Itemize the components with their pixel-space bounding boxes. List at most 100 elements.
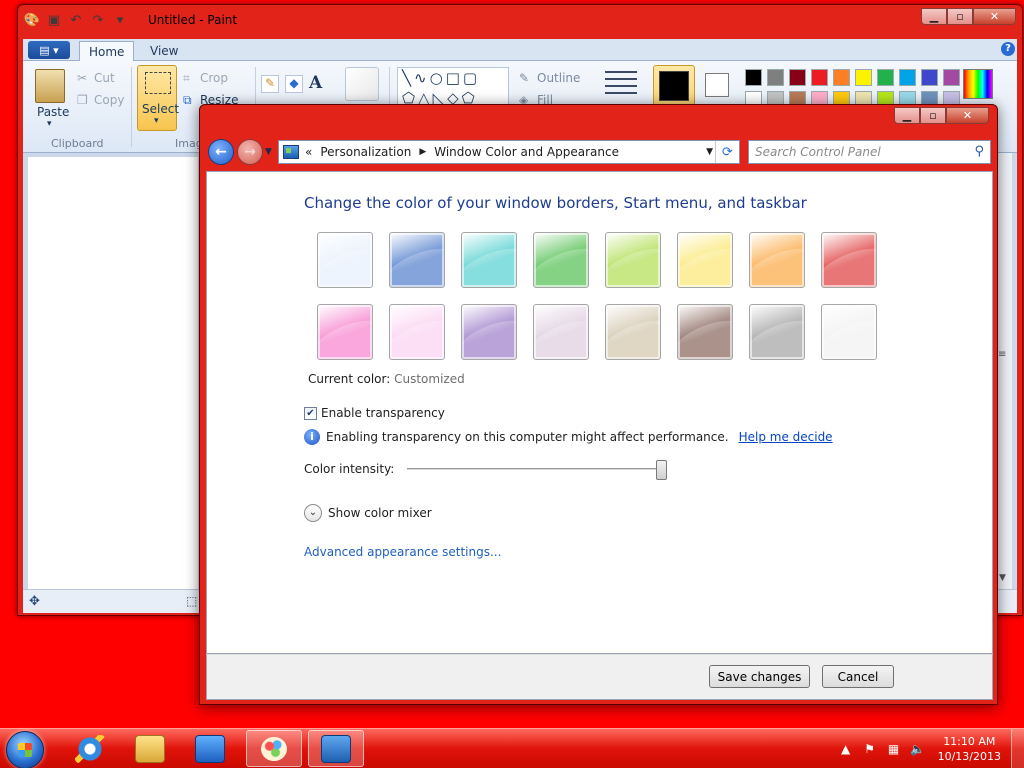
action-center-flag-icon[interactable]: ⚑ — [861, 741, 879, 757]
drawing-canvas[interactable] — [28, 157, 198, 589]
color-tile[interactable] — [533, 304, 589, 360]
transparency-checkbox[interactable]: ✔ — [304, 406, 317, 420]
show-color-mixer[interactable]: ⌄ Show color mixer — [304, 504, 432, 522]
color-tile[interactable] — [605, 232, 661, 288]
navigation-bar: ← → ▼ « Personalization ▶ Window Color a… — [206, 137, 993, 169]
palette-swatch[interactable] — [767, 69, 784, 86]
color-tile[interactable] — [533, 232, 589, 288]
help-icon[interactable]: ? — [1001, 42, 1015, 56]
palette-swatch[interactable] — [811, 69, 828, 86]
back-button[interactable]: ← — [208, 139, 234, 165]
color-tile[interactable] — [317, 304, 373, 360]
cut-button[interactable]: Cut — [94, 71, 115, 85]
start-button[interactable] — [6, 731, 44, 768]
clock-time: 11:10 AM — [943, 735, 996, 748]
fill-bucket-icon[interactable]: ◆ — [285, 75, 303, 93]
color-tile[interactable] — [749, 232, 805, 288]
redo-icon[interactable]: ↷ — [90, 12, 106, 28]
internet-explorer-icon — [75, 734, 105, 763]
taskbar-explorer[interactable] — [122, 730, 178, 767]
network-icon[interactable]: ▦ — [885, 741, 903, 757]
save-changes-button[interactable]: Save changes — [709, 665, 810, 688]
taskbar-internet-explorer[interactable] — [62, 730, 118, 767]
color2-swatch[interactable] — [705, 73, 729, 97]
address-dropdown-icon[interactable]: ▼ — [706, 147, 713, 157]
slider-thumb[interactable] — [656, 460, 667, 480]
advanced-appearance-link[interactable]: Advanced appearance settings... — [304, 545, 501, 559]
breadcrumb-chevron-icon[interactable]: ▶ — [419, 147, 426, 157]
color-tile[interactable] — [389, 232, 445, 288]
pencil-icon[interactable]: ✎ — [261, 75, 279, 93]
paste-dropdown-icon[interactable]: ▾ — [47, 119, 52, 129]
color-tile[interactable] — [821, 232, 877, 288]
search-input[interactable]: Search Control Panel ⚲ — [748, 140, 991, 164]
taskbar-media-player[interactable] — [182, 730, 238, 767]
palette-swatch[interactable] — [789, 69, 806, 86]
paint-app-icon[interactable]: 🎨 — [24, 12, 40, 28]
palette-swatch[interactable] — [899, 69, 916, 86]
forward-button[interactable]: → — [237, 139, 263, 165]
color-tile[interactable] — [389, 304, 445, 360]
close-button[interactable]: ✕ — [973, 8, 1016, 25]
address-bar[interactable]: « Personalization ▶ Window Color and App… — [278, 140, 740, 164]
color-tile[interactable] — [461, 304, 517, 360]
color-tile[interactable] — [605, 304, 661, 360]
volume-icon[interactable]: 🔈 — [909, 741, 927, 757]
palette-swatch[interactable] — [921, 69, 938, 86]
palette-swatch[interactable] — [833, 69, 850, 86]
crop-button[interactable]: Crop — [200, 71, 228, 85]
copy-button[interactable]: Copy — [94, 93, 124, 107]
maximize-button[interactable]: ▫ — [920, 107, 946, 124]
qat-dropdown-icon[interactable]: ▾ — [112, 12, 128, 28]
size-icon[interactable] — [605, 71, 637, 95]
paint-menu-button[interactable]: ▤ ▾ — [28, 41, 70, 59]
cancel-button[interactable]: Cancel — [822, 665, 894, 688]
palette-swatch[interactable] — [855, 69, 872, 86]
transparency-label[interactable]: Enable transparency — [321, 406, 445, 420]
brushes-icon[interactable] — [345, 67, 379, 101]
breadcrumb-window-color[interactable]: Window Color and Appearance — [434, 145, 619, 159]
text-tool-icon[interactable]: A — [309, 73, 322, 93]
recent-pages-dropdown-icon[interactable]: ▼ — [265, 147, 272, 157]
tab-home[interactable]: Home — [79, 41, 135, 61]
color-tile[interactable] — [677, 232, 733, 288]
show-color-mixer-label[interactable]: Show color mixer — [328, 506, 432, 520]
close-button[interactable]: ✕ — [946, 107, 989, 124]
edit-colors-button[interactable] — [963, 69, 993, 99]
minimize-button[interactable]: ▁ — [894, 107, 920, 124]
color-tile[interactable] — [749, 304, 805, 360]
breadcrumb-personalization[interactable]: Personalization — [320, 145, 411, 159]
refresh-icon[interactable]: ⟳ — [715, 141, 739, 163]
scroll-down-icon[interactable]: ▼ — [999, 573, 1006, 583]
palette-swatch[interactable] — [943, 69, 960, 86]
paste-button[interactable]: Paste — [37, 105, 69, 119]
palette-swatch[interactable] — [877, 69, 894, 86]
minimize-button[interactable]: ▁ — [921, 8, 947, 25]
show-hidden-icons-icon[interactable]: ▲ — [837, 741, 855, 757]
current-color-label: Current color: — [308, 372, 391, 386]
taskbar-paint[interactable] — [246, 730, 302, 767]
palette-swatch[interactable] — [745, 69, 762, 86]
transparency-checkbox-row[interactable]: ✔ Enable transparency — [304, 406, 445, 420]
maximize-button[interactable]: ▫ — [947, 8, 973, 25]
paint-icon — [259, 734, 289, 763]
chevron-down-icon[interactable]: ⌄ — [304, 504, 322, 522]
color-tile[interactable] — [677, 304, 733, 360]
color-tile[interactable] — [461, 232, 517, 288]
tab-view[interactable]: View — [141, 41, 187, 61]
clock[interactable]: 11:10 AM 10/13/2013 — [938, 734, 1001, 764]
select-button[interactable]: Select ▾ — [137, 65, 179, 131]
help-me-decide-link[interactable]: Help me decide — [739, 430, 833, 444]
breadcrumb-overflow-icon[interactable]: « — [305, 145, 312, 159]
undo-icon[interactable]: ↶ — [68, 12, 84, 28]
color-tile[interactable] — [821, 304, 877, 360]
taskbar-control-panel[interactable] — [308, 730, 364, 767]
select-icon — [145, 72, 171, 94]
show-desktop-button[interactable] — [1011, 729, 1024, 768]
outline-button[interactable]: Outline — [537, 71, 580, 85]
color-tile[interactable] — [317, 232, 373, 288]
color-intensity-slider[interactable] — [407, 468, 662, 471]
search-icon[interactable]: ⚲ — [974, 144, 984, 159]
save-icon[interactable]: ▣ — [46, 12, 62, 28]
shapes-gallery[interactable]: ╲∿○□▢ ⬠△◺◇⬠ — [397, 67, 509, 109]
